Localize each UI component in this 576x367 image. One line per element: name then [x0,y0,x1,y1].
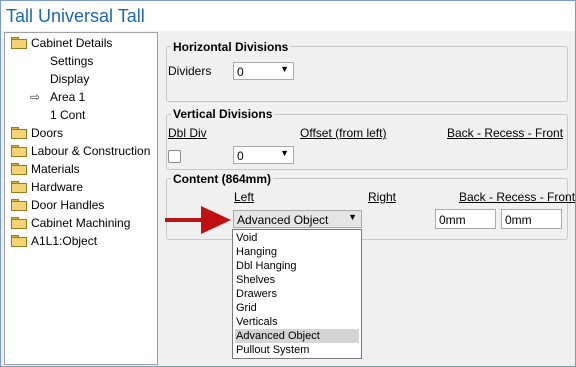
tree-item-display[interactable]: Display [50,70,89,88]
tree-item-doors[interactable]: Doors [11,124,63,142]
folder-icon [11,181,27,193]
front-input[interactable]: 0mm [501,209,562,229]
dbl-div-checkbox[interactable] [168,150,181,163]
vertical-divisions-title: Vertical Divisions [171,107,275,121]
folder-icon [11,145,27,157]
content-options-listbox[interactable]: Void Hanging Dbl Hanging Shelves Drawers… [232,229,362,359]
tree-item-door-handles[interactable]: Door Handles [11,196,104,214]
offset-select[interactable]: 0 ▼ [233,146,294,164]
back-recess-front-label: Back - Recess - Front [447,126,564,140]
tree-item-materials[interactable]: Materials [11,160,80,178]
option-verticals[interactable]: Verticals [235,315,359,329]
dividers-select[interactable]: 0 ▼ [233,62,294,80]
option-pullout-system[interactable]: Pullout System [235,343,359,357]
tree-item-hardware[interactable]: Hardware [11,178,83,196]
content-back-recess-front-label: Back - Recess - Front [459,190,576,204]
window-title: Tall Universal Tall [6,6,145,26]
tree-item-cabinet-details[interactable]: Cabinet Details [11,34,112,52]
folder-icon [11,163,27,175]
tree-item-cabinet-machining[interactable]: Cabinet Machining [11,214,130,232]
tree-item-a1l1-object[interactable]: A1L1:Object [11,232,97,250]
content-title: Content (864mm) [171,172,274,186]
navigation-tree[interactable]: Cabinet Details Settings Display ⇨ Area … [4,32,158,365]
option-drawers[interactable]: Drawers [235,287,359,301]
folder-icon [11,199,27,211]
title-bar: Tall Universal Tall [1,1,575,31]
left-label: Left [234,190,255,204]
folder-icon [11,217,27,229]
horizontal-divisions-group [166,46,568,102]
folder-icon [11,127,27,139]
option-shelves[interactable]: Shelves [235,273,359,287]
chevron-down-icon: ▼ [348,212,357,222]
annotation-arrow-icon [165,206,231,234]
tree-item-labour-construction[interactable]: Labour & Construction [11,142,150,160]
chevron-down-icon: ▼ [280,148,289,158]
dividers-label: Dividers [168,64,212,78]
tree-item-settings[interactable]: Settings [50,52,93,70]
current-arrow-icon: ⇨ [30,90,41,104]
dbl-div-label: Dbl Div [168,126,207,140]
option-grid[interactable]: Grid [235,301,359,315]
folder-icon [11,235,27,247]
properties-panel: Horizontal Divisions Dividers 0 ▼ Vertic… [159,32,576,363]
chevron-down-icon: ▼ [280,64,289,74]
left-content-select[interactable]: Advanced Object ▼ [233,210,362,228]
tree-item-area-1[interactable]: ⇨ Area 1 [30,88,85,106]
offset-label: Offset (from left) [300,126,387,140]
option-dbl-hanging[interactable]: Dbl Hanging [235,259,359,273]
option-advanced-object[interactable]: Advanced Object [235,329,359,343]
vertical-divisions-group [166,114,568,170]
right-label: Right [368,190,397,204]
option-void[interactable]: Void [235,231,359,245]
folder-icon [11,37,27,49]
back-input[interactable]: 0mm [435,209,496,229]
option-hanging[interactable]: Hanging [235,245,359,259]
horizontal-divisions-title: Horizontal Divisions [171,40,291,54]
tree-item-1-cont[interactable]: 1 Cont [50,106,85,124]
